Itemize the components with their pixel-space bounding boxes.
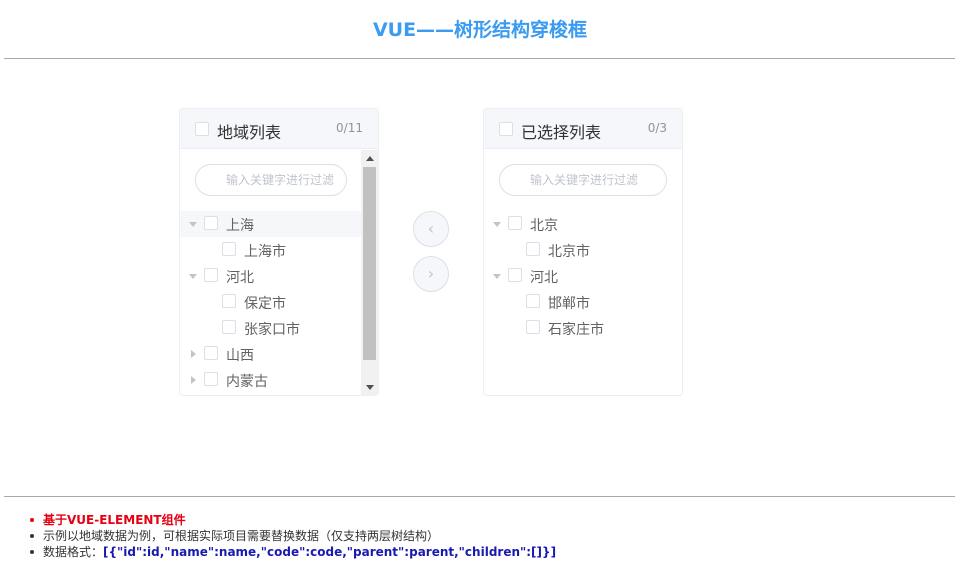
node-checkbox[interactable]	[204, 372, 218, 386]
node-label: 山西	[226, 348, 254, 364]
node-label: 内蒙古	[226, 374, 268, 390]
node-label: 保定市	[244, 296, 286, 312]
scrollbar-thumb[interactable]	[363, 167, 376, 360]
node-label: 石家庄市	[548, 322, 604, 338]
tree-node[interactable]: 内蒙古	[180, 367, 362, 393]
tree-node[interactable]: 北京市	[484, 237, 682, 263]
tree-node[interactable]: 张家口市	[180, 315, 362, 341]
caret-down-icon[interactable]	[189, 222, 197, 227]
caret-right-icon[interactable]	[191, 376, 196, 384]
node-label: 邯郸市	[548, 296, 590, 312]
node-checkbox[interactable]	[204, 268, 218, 282]
top-divider	[4, 58, 955, 59]
node-checkbox[interactable]	[526, 242, 540, 256]
node-label: 张家口市	[244, 322, 300, 338]
tree-node[interactable]: 邯郸市	[484, 289, 682, 315]
bottom-divider	[4, 496, 955, 497]
tree-node[interactable]: 北京	[484, 211, 682, 237]
node-checkbox[interactable]	[204, 346, 218, 360]
caret-down-icon[interactable]	[189, 274, 197, 279]
note-item: 基于VUE-ELEMENT组件	[28, 512, 556, 528]
scroll-down-arrow-icon[interactable]	[366, 385, 374, 390]
target-tree: 北京 北京市 河北 邯郸市 石家庄市	[484, 211, 682, 341]
target-panel-title: 已选择列表	[521, 123, 602, 142]
tree-node[interactable]: 上海	[180, 211, 362, 237]
node-label: 河北	[226, 270, 254, 286]
node-checkbox[interactable]	[508, 216, 522, 230]
caret-right-icon[interactable]	[191, 350, 196, 358]
node-label: 北京市	[548, 244, 590, 260]
source-filter[interactable]	[195, 164, 347, 196]
node-checkbox[interactable]	[222, 320, 236, 334]
node-checkbox[interactable]	[222, 242, 236, 256]
notes-list: 基于VUE-ELEMENT组件 示例以地域数据为例，可根据实际项目需要替换数据（…	[28, 512, 556, 560]
source-panel-header: 地域列表 0/11	[180, 109, 378, 149]
note-label: 数据格式：	[43, 545, 104, 559]
source-panel-count: 0/11	[336, 121, 363, 135]
source-panel: 地域列表 0/11 上海 上海市 河北 保定市 张家口市	[179, 108, 379, 396]
target-filter[interactable]	[499, 164, 667, 196]
tree-node[interactable]: 河北	[180, 263, 362, 289]
move-to-right-button[interactable]: ›	[413, 256, 449, 292]
node-checkbox[interactable]	[204, 216, 218, 230]
chevron-right-icon: ›	[427, 264, 435, 283]
tree-node[interactable]: 保定市	[180, 289, 362, 315]
caret-down-icon[interactable]	[493, 222, 501, 227]
source-panel-title: 地域列表	[217, 123, 282, 142]
scroll-up-arrow-icon[interactable]	[366, 156, 374, 161]
note-item: 示例以地域数据为例，可根据实际项目需要替换数据（仅支持两层树结构）	[28, 528, 556, 544]
target-filter-input[interactable]	[500, 165, 666, 195]
target-panel-count: 0/3	[647, 121, 667, 135]
target-select-all-checkbox[interactable]	[499, 122, 513, 136]
target-panel: 已选择列表 0/3 北京 北京市 河北 邯郸市 石家庄市	[483, 108, 683, 396]
data-format-code: [{"id":id,"name":name,"code":code,"paren…	[103, 545, 557, 559]
node-label: 上海市	[244, 244, 286, 260]
source-filter-input[interactable]	[196, 165, 346, 195]
move-to-left-button[interactable]: ‹	[413, 211, 449, 247]
node-label: 上海	[226, 218, 254, 234]
node-label: 北京	[530, 218, 558, 234]
tree-node[interactable]: 河北	[484, 263, 682, 289]
node-checkbox[interactable]	[508, 268, 522, 282]
note-item: 数据格式：[{"id":id,"name":name,"code":code,"…	[28, 544, 556, 560]
node-checkbox[interactable]	[526, 320, 540, 334]
node-checkbox[interactable]	[222, 294, 236, 308]
node-checkbox[interactable]	[526, 294, 540, 308]
tree-node[interactable]: 上海市	[180, 237, 362, 263]
caret-down-icon[interactable]	[493, 274, 501, 279]
source-scrollbar[interactable]	[361, 150, 378, 395]
chevron-left-icon: ‹	[427, 219, 435, 238]
target-panel-header: 已选择列表 0/3	[484, 109, 682, 149]
tree-node[interactable]: 石家庄市	[484, 315, 682, 341]
source-select-all-checkbox[interactable]	[195, 122, 209, 136]
node-label: 河北	[530, 270, 558, 286]
tree-node[interactable]: 山西	[180, 341, 362, 367]
page-title: VUE——树形结构穿梭框	[372, 19, 588, 41]
source-tree: 上海 上海市 河北 保定市 张家口市 山西 内蒙古	[180, 211, 362, 393]
